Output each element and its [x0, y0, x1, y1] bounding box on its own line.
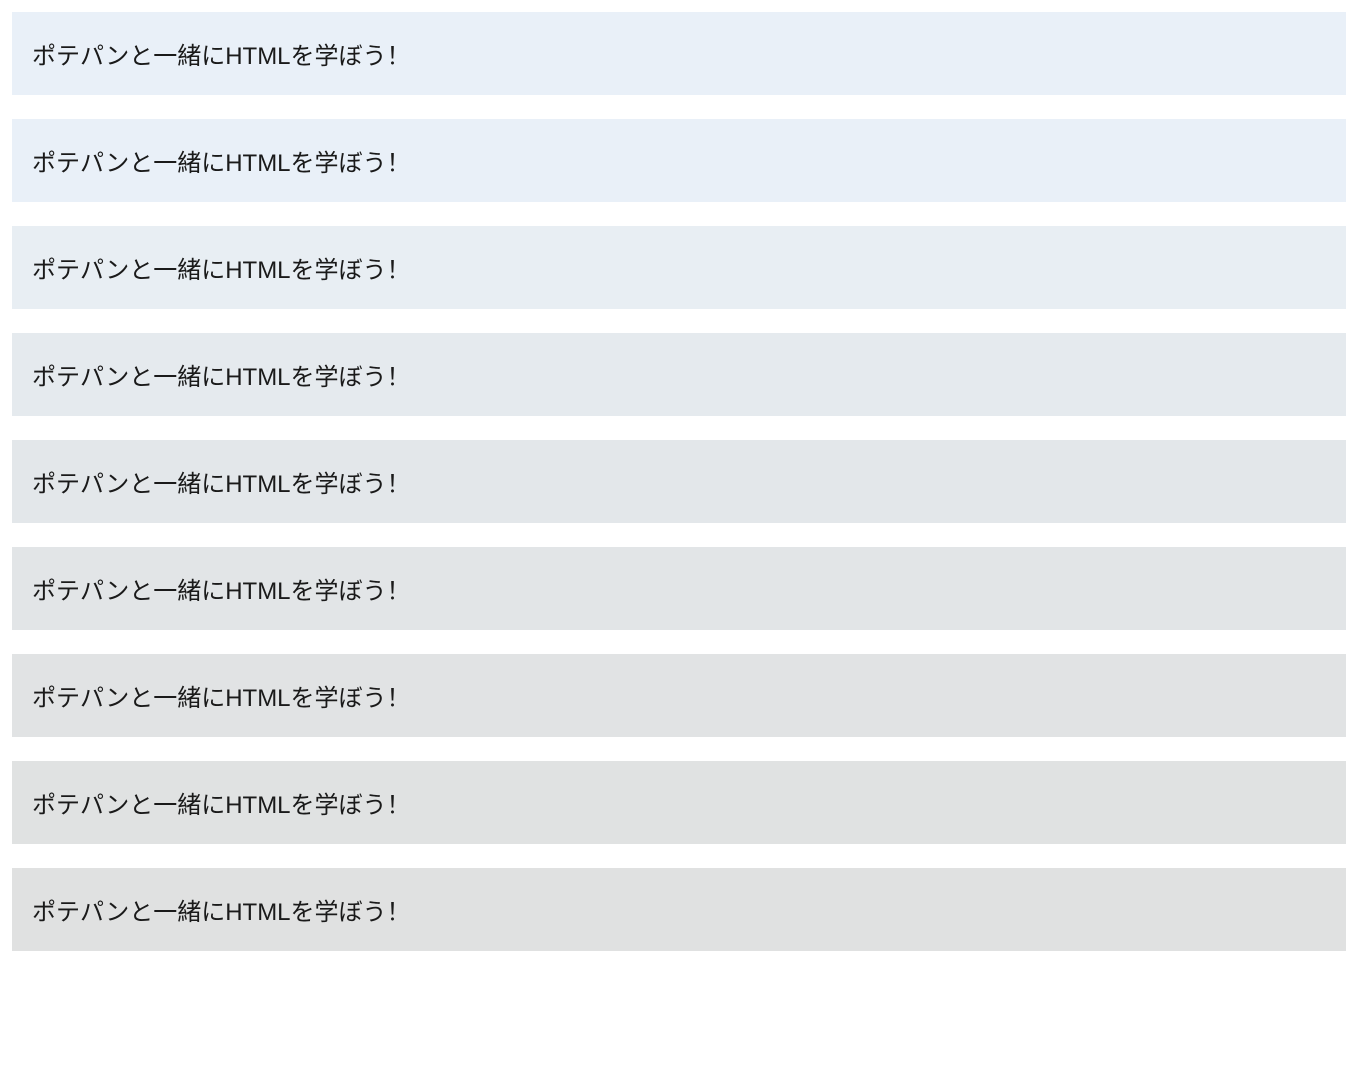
list-item: ポテパンと一緒にHTMLを学ぼう！	[12, 654, 1346, 737]
list-item-text: ポテパンと一緒にHTMLを学ぼう！	[32, 578, 411, 605]
list-item-text: ポテパンと一緒にHTMLを学ぼう！	[32, 364, 411, 391]
list-item: ポテパンと一緒にHTMLを学ぼう！	[12, 226, 1346, 309]
list-item: ポテパンと一緒にHTMLを学ぼう！	[12, 440, 1346, 523]
opacity-demo-list: ポテパンと一緒にHTMLを学ぼう！ ポテパンと一緒にHTMLを学ぼう！ ポテパン…	[0, 0, 1358, 963]
list-item-text: ポテパンと一緒にHTMLを学ぼう！	[32, 257, 411, 284]
list-item: ポテパンと一緒にHTMLを学ぼう！	[12, 547, 1346, 630]
list-item-text: ポテパンと一緒にHTMLを学ぼう！	[32, 792, 411, 819]
list-item-text: ポテパンと一緒にHTMLを学ぼう！	[32, 899, 411, 926]
list-item-text: ポテパンと一緒にHTMLを学ぼう！	[32, 471, 411, 498]
list-item: ポテパンと一緒にHTMLを学ぼう！	[12, 761, 1346, 844]
list-item-text: ポテパンと一緒にHTMLを学ぼう！	[32, 685, 411, 712]
list-item: ポテパンと一緒にHTMLを学ぼう！	[12, 333, 1346, 416]
list-item: ポテパンと一緒にHTMLを学ぼう！	[12, 12, 1346, 95]
list-item-text: ポテパンと一緒にHTMLを学ぼう！	[32, 43, 411, 70]
list-item: ポテパンと一緒にHTMLを学ぼう！	[12, 868, 1346, 951]
list-item-text: ポテパンと一緒にHTMLを学ぼう！	[32, 150, 411, 177]
list-item: ポテパンと一緒にHTMLを学ぼう！	[12, 119, 1346, 202]
